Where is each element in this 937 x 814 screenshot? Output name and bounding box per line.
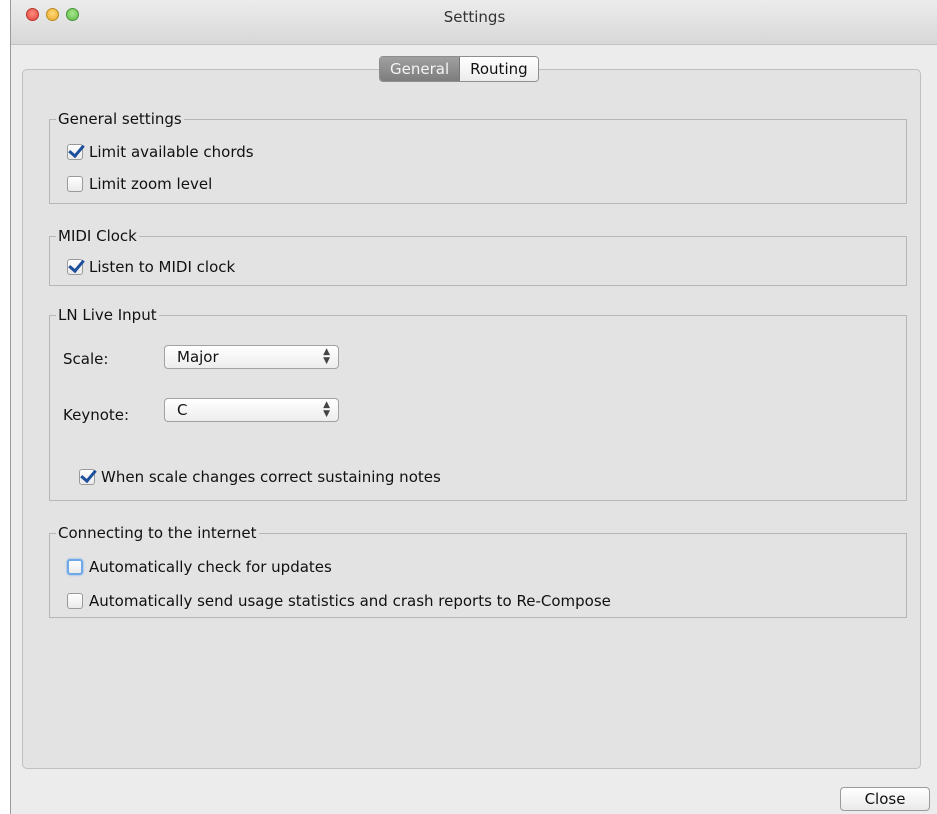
limit-chords-checkbox[interactable] bbox=[67, 144, 83, 160]
send-stats-label: Automatically send usage statistics and … bbox=[89, 592, 611, 610]
close-button[interactable]: Close bbox=[840, 787, 930, 811]
internet-legend: Connecting to the internet bbox=[58, 524, 257, 542]
midi-clock-legend: MIDI Clock bbox=[58, 227, 137, 245]
correct-sustain-row[interactable]: When scale changes correct sustaining no… bbox=[79, 468, 441, 486]
listen-midi-clock-checkbox[interactable] bbox=[67, 259, 83, 275]
scale-label: Scale: bbox=[63, 350, 109, 368]
keynote-select-value: C bbox=[177, 401, 188, 419]
correct-sustain-label: When scale changes correct sustaining no… bbox=[101, 468, 441, 486]
send-stats-checkbox[interactable] bbox=[67, 593, 83, 609]
title-bar[interactable]: Settings bbox=[11, 0, 937, 45]
window-title: Settings bbox=[443, 8, 506, 26]
select-arrows-icon: ▲ ▼ bbox=[323, 400, 330, 419]
tab-routing[interactable]: Routing bbox=[460, 57, 538, 81]
limit-chords-checkbox-row[interactable]: Limit available chords bbox=[67, 143, 254, 161]
midi-clock-group: MIDI Clock bbox=[49, 227, 907, 286]
limit-zoom-checkbox-row[interactable]: Limit zoom level bbox=[67, 175, 212, 193]
general-settings-legend: General settings bbox=[58, 110, 182, 128]
keynote-select[interactable]: C ▲ ▼ bbox=[164, 398, 339, 422]
send-stats-row[interactable]: Automatically send usage statistics and … bbox=[67, 592, 611, 610]
select-arrows-icon: ▲ ▼ bbox=[323, 347, 330, 366]
check-updates-checkbox[interactable] bbox=[67, 559, 83, 575]
correct-sustain-checkbox[interactable] bbox=[79, 469, 95, 485]
tab-general[interactable]: General bbox=[380, 57, 461, 81]
scale-select-value: Major bbox=[177, 348, 219, 366]
settings-window: Settings General Routing General setting… bbox=[10, 0, 937, 814]
keynote-label: Keynote: bbox=[63, 406, 130, 424]
limit-zoom-checkbox[interactable] bbox=[67, 176, 83, 192]
listen-midi-clock-label: Listen to MIDI clock bbox=[89, 258, 236, 276]
check-updates-row[interactable]: Automatically check for updates bbox=[67, 558, 332, 576]
limit-zoom-label: Limit zoom level bbox=[89, 175, 213, 193]
tab-bar: General Routing bbox=[379, 56, 539, 82]
check-updates-label: Automatically check for updates bbox=[89, 558, 332, 576]
listen-midi-clock-row[interactable]: Listen to MIDI clock bbox=[67, 258, 235, 276]
limit-chords-label: Limit available chords bbox=[89, 143, 254, 161]
live-input-legend: LN Live Input bbox=[58, 306, 157, 324]
scale-select[interactable]: Major ▲ ▼ bbox=[164, 345, 339, 369]
